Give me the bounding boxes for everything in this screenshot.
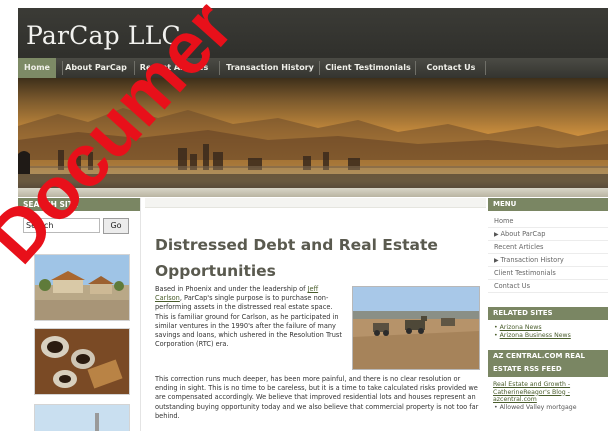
nav-separator <box>62 61 63 75</box>
related-link-arizona-news[interactable]: • Arizona News <box>488 324 608 332</box>
search-go-button[interactable]: Go <box>103 218 129 234</box>
related-sites-heading: RELATED SITES <box>488 307 608 320</box>
nav-item-transaction-history[interactable]: Transaction History <box>221 58 319 78</box>
main-nav: Home About ParCap Recent Articles Transa… <box>18 58 608 78</box>
photo-third-thumbnail[interactable] <box>34 404 130 431</box>
rss-feed-item[interactable]: • Allowed Valley mortgage <box>488 404 608 412</box>
right-sidebar: MENU Home ▶ About ParCap Recent Articles… <box>488 198 608 431</box>
photo-homes-thumbnail[interactable] <box>34 254 130 321</box>
rss-feed-link[interactable]: Real Estate and Growth - CatherineReagor… <box>488 381 608 404</box>
article-paragraph-2: This correction runs much deeper, has be… <box>155 375 479 420</box>
search-heading: SEARCH SITE <box>18 198 140 211</box>
related-link-arizona-business-news[interactable]: • Arizona Business News <box>488 332 608 340</box>
nav-item-contact[interactable]: Contact Us <box>417 58 485 78</box>
header-banner-image <box>18 78 608 190</box>
main-content: Distressed Debt and Real Estate Opportun… <box>145 198 486 431</box>
related-link-label: Arizona News <box>499 324 542 331</box>
rss-feed-item-label: Allowed Valley mortgage <box>499 403 577 411</box>
sidebar-item-home[interactable]: Home <box>488 215 608 228</box>
sidebar-item-contact[interactable]: Contact Us <box>488 280 608 293</box>
search-form: Search Go <box>23 218 139 234</box>
menu-heading: MENU <box>488 198 608 211</box>
sidebar-item-client-testimonials[interactable]: Client Testimonials <box>488 267 608 280</box>
desert-skyline-image <box>18 108 608 190</box>
site-header: ParCap LLC <box>18 8 608 60</box>
sidebar-item-label: Recent Articles <box>494 243 544 251</box>
sidebar-item-label: Home <box>494 217 514 225</box>
nav-item-client-testimonials[interactable]: Client Testimonials <box>321 58 415 78</box>
nav-separator <box>485 61 486 75</box>
sidebar-item-label: Contact Us <box>494 282 531 290</box>
sidebar-item-recent-articles[interactable]: Recent Articles <box>488 241 608 254</box>
para1-text-end: , ParCap's single purpose is to purchase… <box>155 294 342 349</box>
nav-separator <box>415 61 416 75</box>
nav-item-about[interactable]: About ParCap <box>64 58 128 78</box>
related-link-label: Arizona Business News <box>499 332 571 339</box>
page: ParCap LLC Home About ParCap Recent Arti… <box>0 0 615 431</box>
sidebar-item-label: Client Testimonials <box>494 269 556 277</box>
pipes-photo <box>35 329 129 394</box>
sidebar-item-label: Transaction History <box>500 256 564 264</box>
nav-separator <box>219 61 220 75</box>
article-paragraph-1: Based in Phoenix and under the leadershi… <box>155 285 347 349</box>
nav-separator <box>319 61 320 75</box>
left-sidebar: SEARCH SITE Search Go <box>18 198 141 431</box>
site-title[interactable]: ParCap LLC <box>26 21 181 50</box>
para1-text-start: Based in Phoenix and under the leadershi… <box>155 285 308 293</box>
construction-site-image <box>352 286 480 370</box>
content-top-bar <box>145 198 486 208</box>
construction-photo <box>353 287 479 369</box>
homes-photo <box>35 255 129 320</box>
sidebar-menu: Home ▶ About ParCap Recent Articles ▶ Tr… <box>488 215 608 293</box>
related-sites-list: • Arizona News • Arizona Business News <box>488 324 608 340</box>
sidebar-item-about[interactable]: ▶ About ParCap <box>488 228 608 241</box>
sidebar-item-transaction-history[interactable]: ▶ Transaction History <box>488 254 608 267</box>
rss-feed-heading: AZ CENTRAL.COM REAL ESTATE RSS FEED <box>488 350 608 377</box>
sidebar-item-label: About ParCap <box>500 230 546 238</box>
nav-item-home[interactable]: Home <box>18 58 56 78</box>
rss-feed-list: Real Estate and Growth - CatherineReagor… <box>488 381 608 412</box>
article-title: Distressed Debt and Real Estate Opportun… <box>155 236 438 280</box>
banner-divider <box>18 188 608 197</box>
sky-photo <box>35 405 129 431</box>
photo-pipes-thumbnail[interactable] <box>34 328 130 395</box>
nav-item-recent-articles[interactable]: Recent Articles <box>135 58 213 78</box>
search-input[interactable]: Search <box>23 218 100 233</box>
